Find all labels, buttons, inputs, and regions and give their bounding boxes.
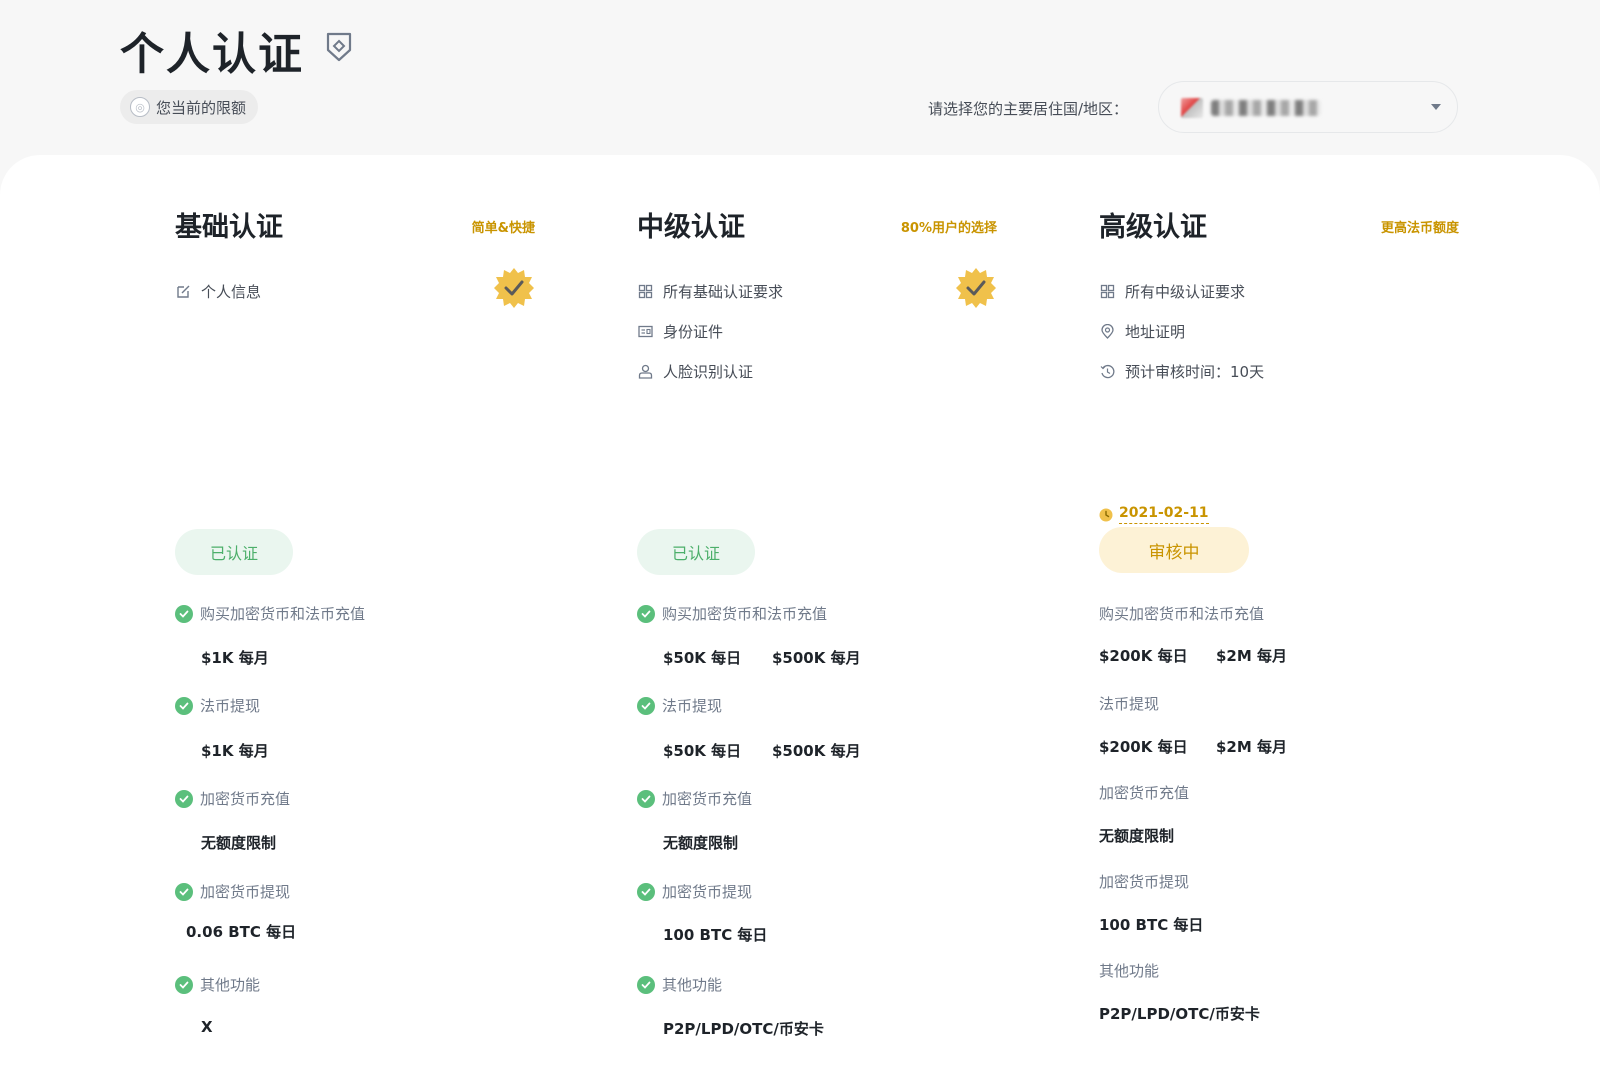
requirement-item: 所有基础认证要求 <box>637 279 783 303</box>
feature-value: $1K 每月 <box>201 742 269 760</box>
feature-value-monthly: $500K 每月 <box>772 742 861 760</box>
grid-icon <box>1099 283 1115 299</box>
tier-title: 基础认证 <box>175 212 283 243</box>
feature-value: 无额度限制 <box>201 834 277 852</box>
tier-tag: 80%用户的选择 <box>900 221 997 236</box>
status-verified: 已认证 <box>175 529 293 575</box>
feature-label: 购买加密货币和法币充值 <box>1099 605 1265 623</box>
feature-label: 加密货币充值 <box>175 788 290 809</box>
check-circle-icon <box>637 975 655 994</box>
status-verified: 已认证 <box>637 529 755 575</box>
check-circle-icon <box>637 882 655 901</box>
feature-label: 购买加密货币和法币充值 <box>175 603 365 624</box>
feature-value: 100 BTC 每日 <box>1099 916 1204 934</box>
feature-label: 加密货币充值 <box>1099 784 1190 802</box>
check-circle-icon <box>637 789 655 808</box>
feature-value: $1K 每月 <box>201 649 269 667</box>
history-icon <box>1099 363 1115 379</box>
feature-label: 法币提现 <box>175 695 260 716</box>
review-date[interactable]: 2021-02-11 <box>1099 505 1209 524</box>
page-header: 个人认证 ◎ 您当前的限额 请选择您的主要居住国/地区： <box>0 0 1600 160</box>
verified-badge-icon <box>494 268 534 308</box>
requirement-item: 身份证件 <box>637 319 723 343</box>
feature-value-daily: $50K 每日 <box>663 742 742 760</box>
region-value-redacted <box>1211 100 1321 116</box>
id-card-icon <box>637 323 653 339</box>
check-circle-icon <box>175 696 193 715</box>
feature-label: 加密货币提现 <box>175 881 290 902</box>
check-circle-icon <box>175 975 193 994</box>
edit-icon <box>175 283 191 299</box>
review-date-value: 2021-02-11 <box>1119 505 1209 524</box>
requirement-item: 所有中级认证要求 <box>1099 279 1245 303</box>
region-label: 请选择您的主要居住国/地区： <box>928 100 1129 118</box>
check-circle-icon <box>175 604 193 623</box>
requirement-item: 个人信息 <box>175 279 261 303</box>
check-circle-icon <box>637 604 655 623</box>
requirement-item: 人脸识别认证 <box>637 359 753 383</box>
feature-value-monthly: $2M 每月 <box>1216 647 1288 665</box>
grid-icon <box>637 283 653 299</box>
chevron-down-icon <box>1431 104 1441 110</box>
feature-value: 0.06 BTC 每日 <box>186 923 297 941</box>
feature-label: 加密货币提现 <box>1099 873 1190 891</box>
feature-label: 加密货币充值 <box>637 788 752 809</box>
feature-label: 法币提现 <box>1099 695 1160 713</box>
flag-icon <box>1181 98 1203 118</box>
tier-title: 高级认证 <box>1099 212 1207 243</box>
page-title: 个人认证 <box>120 29 304 80</box>
current-limit-chip[interactable]: ◎ 您当前的限额 <box>120 90 259 124</box>
check-circle-icon <box>637 696 655 715</box>
status-under-review: 审核中 <box>1099 527 1249 573</box>
current-limit-label: 您当前的限额 <box>156 98 247 117</box>
check-circle-icon <box>175 882 193 901</box>
tier-advanced: 高级认证 更高法币额度 所有中级认证要求 地址证明 预计审核时间：10天 202… <box>1099 155 1459 1086</box>
location-pin-icon <box>1099 323 1115 339</box>
tier-tag: 更高法币额度 <box>1380 221 1459 236</box>
tier-title: 中级认证 <box>637 212 745 243</box>
feature-value: P2P/LPD/OTC/币安卡 <box>1099 1005 1260 1023</box>
feature-label: 其他功能 <box>1099 962 1160 980</box>
feature-value-monthly: $2M 每月 <box>1216 738 1288 756</box>
feature-value: X <box>201 1018 213 1036</box>
verification-card: 基础认证 简单&快捷 个人信息 已认证 购买加密货币和法币充值 $1K 每月 法… <box>0 155 1600 1086</box>
shield-icon[interactable] <box>326 32 352 62</box>
feature-label: 购买加密货币和法币充值 <box>637 603 827 624</box>
feature-label: 其他功能 <box>175 974 260 995</box>
feature-value: 无额度限制 <box>663 834 739 852</box>
clock-icon <box>1099 508 1113 521</box>
tier-tag: 简单&快捷 <box>471 221 535 236</box>
feature-value: 无额度限制 <box>1099 827 1175 845</box>
coin-icon: ◎ <box>130 97 150 117</box>
feature-label: 法币提现 <box>637 695 722 716</box>
feature-value-daily: $200K 每日 <box>1099 647 1188 665</box>
region-select[interactable] <box>1158 81 1458 133</box>
feature-value-daily: $50K 每日 <box>663 649 742 667</box>
requirement-item: 地址证明 <box>1099 319 1185 343</box>
feature-value: P2P/LPD/OTC/币安卡 <box>663 1020 824 1038</box>
feature-label: 其他功能 <box>637 974 722 995</box>
requirement-item: 预计审核时间：10天 <box>1099 359 1264 383</box>
tier-intermediate: 中级认证 80%用户的选择 所有基础认证要求 身份证件 人脸识别认证 已认证 购… <box>637 155 997 1086</box>
check-circle-icon <box>175 789 193 808</box>
tier-basic: 基础认证 简单&快捷 个人信息 已认证 购买加密货币和法币充值 $1K 每月 法… <box>175 155 535 1086</box>
feature-value: 100 BTC 每日 <box>663 926 768 944</box>
feature-label: 加密货币提现 <box>637 881 752 902</box>
user-icon <box>637 363 653 379</box>
feature-value-monthly: $500K 每月 <box>772 649 861 667</box>
feature-value-daily: $200K 每日 <box>1099 738 1188 756</box>
verified-badge-icon <box>956 268 996 308</box>
